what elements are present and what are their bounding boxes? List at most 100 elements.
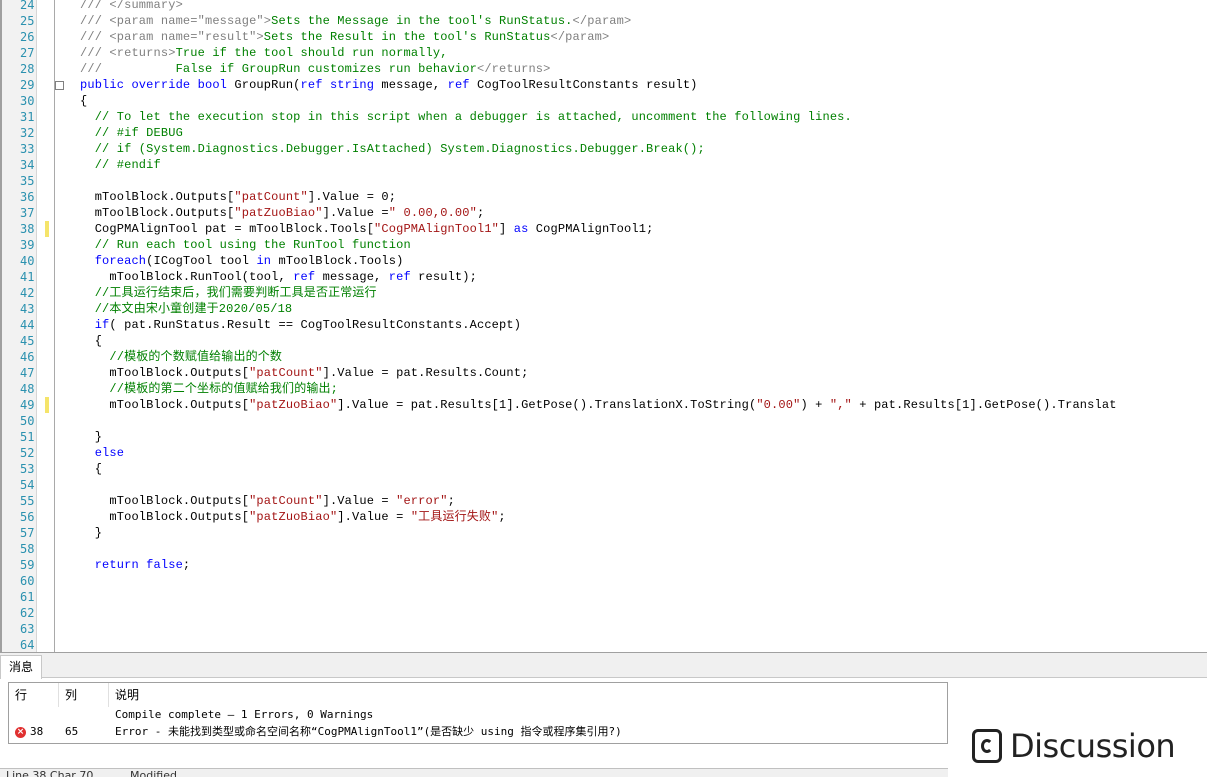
code-token: in [256,254,279,268]
code-line[interactable]: /// <returns>True if the tool should run… [80,45,448,61]
code-line[interactable]: CogPMAlignTool pat = mToolBlock.Tools["C… [80,221,654,237]
line-number: 57 [20,526,35,540]
message-list[interactable]: 行 列 说明 Compile complete — 1 Errors, 0 Wa… [8,682,948,744]
code-token: { [80,462,103,476]
code-line[interactable]: //模板的个数赋值给输出的个数 [80,349,282,365]
code-line[interactable]: { [80,333,102,349]
code-line[interactable]: } [80,525,102,541]
tab-messages[interactable]: 消息 [0,655,43,679]
code-line[interactable]: mToolBlock.Outputs["patZuoBiao"].Value =… [80,205,484,221]
code-line[interactable]: } [80,429,102,445]
code-token: ] [499,222,514,236]
code-line[interactable]: /// </summary> [80,0,183,13]
code-line[interactable]: { [80,461,102,477]
code-line[interactable]: // #if DEBUG [80,125,183,141]
code-line[interactable]: /// <param name="message">Sets the Messa… [80,13,631,29]
column-header-description[interactable]: 说明 [109,683,947,707]
code-line[interactable]: return false; [80,557,190,573]
line-number: 52 [20,446,35,460]
line-number: 31 [20,110,35,124]
code-line[interactable]: /// False if GroupRun customizes run beh… [80,61,551,77]
code-token: ].Value = pat.Results.Count; [322,366,529,380]
line-number: 63 [20,622,35,636]
code-token: ; [447,494,455,508]
code-editor[interactable]: 24 25 26 27 28 29 30 31 32 33 34 35 36 37 38 39 40 41 42 43… [0,0,1207,652]
line-number: 47 [20,366,35,380]
code-line[interactable]: if( pat.RunStatus.Result == CogToolResul… [80,317,521,333]
line-number: 43 [20,302,35,316]
code-token: "error" [396,494,448,508]
code-token: // To let the execution stop in this scr… [80,110,852,124]
code-line[interactable]: // #endif [80,157,161,173]
discussion-logo-icon [972,729,1002,763]
line-number: 49 [20,398,35,412]
line-number: 41 [20,270,35,284]
line-number: 62 [20,606,35,620]
line-number: 37 [20,206,35,220]
code-token: GroupRun( [234,78,301,92]
code-token: ; [498,510,506,524]
code-token: False if GroupRun customizes run behavio… [175,62,477,76]
code-line[interactable]: else [80,445,124,461]
code-token: </returns> [476,62,551,76]
code-token: "patCount" [249,366,323,380]
line-number: 36 [20,190,35,204]
line-number: 24 [20,0,35,12]
code-line[interactable]: foreach(ICogTool tool in mToolBlock.Tool… [80,253,404,269]
column-header-line[interactable]: 行 [9,683,59,707]
code-token: ref string [300,78,382,92]
code-token: ref [293,270,323,284]
line-number: 34 [20,158,35,172]
code-line[interactable]: mToolBlock.Outputs["patCount"].Value = p… [80,365,528,381]
line-number: 61 [20,590,35,604]
code-token: CogPMAlignTool pat = mToolBlock.Tools[ [80,222,375,236]
code-token: /// <param name="result"> [80,30,264,44]
code-token: ].Value = 0; [307,190,397,204]
error-description: Error - 未能找到类型或命名空间名称“CogPMAlignTool1”(是… [115,725,622,738]
line-number: 35 [20,174,35,188]
line-number: 38 [20,222,35,236]
watermark-text: Discussion [1010,727,1176,765]
code-token: // Run each tool using the RunTool funct… [80,238,411,252]
code-token: //模板的第二个坐标的值赋给我们的输出; [80,382,339,396]
code-line[interactable]: // To let the execution stop in this scr… [80,109,852,125]
code-line[interactable]: mToolBlock.Outputs["patZuoBiao"].Value =… [80,509,506,525]
line-number: 29 [20,78,35,92]
code-token: ) + [800,398,830,412]
line-number: 27 [20,46,35,60]
code-line[interactable]: { [80,93,87,109]
line-number: 32 [20,126,35,140]
code-line[interactable]: //工具运行结束后，我们需要判断工具是否正常运行 [80,285,377,301]
code-token: result); [418,270,477,284]
code-line[interactable]: mToolBlock.RunTool(tool, ref message, re… [80,269,477,285]
code-line[interactable]: //模板的第二个坐标的值赋给我们的输出; [80,381,338,397]
code-line[interactable]: mToolBlock.Outputs["patCount"].Value = 0… [80,189,396,205]
column-header-col[interactable]: 列 [59,683,109,707]
line-number: 44 [20,318,35,332]
code-line[interactable]: //本文由宋小童创建于2020/05/18 [80,301,292,317]
compile-summary: Compile complete — 1 Errors, 0 Warnings [115,708,374,721]
code-line[interactable]: mToolBlock.Outputs["patZuoBiao"].Value =… [80,397,1117,413]
code-line[interactable]: // Run each tool using the RunTool funct… [80,237,411,253]
line-number: 33 [20,142,35,156]
code-area[interactable]: /// </summary>/// <param name="message">… [56,0,1207,652]
status-position: Line 38 Char 70 [6,769,94,777]
code-token: foreach [80,254,147,268]
discussion-watermark: Discussion [972,724,1176,768]
code-token: CogToolResultConstants result) [477,78,698,92]
code-token: /// <returns> [80,46,176,60]
line-number: 25 [20,14,35,28]
change-marker [45,397,49,413]
code-token: ].Value = pat.Results[1].GetPose().Trans… [337,398,757,412]
code-line[interactable]: /// <param name="result">Sets the Result… [80,29,609,45]
code-line[interactable]: // if (System.Diagnostics.Debugger.IsAtt… [80,141,705,157]
code-line[interactable]: mToolBlock.Outputs["patCount"].Value = "… [80,493,455,509]
change-marker-gutter [37,0,64,652]
code-token: Sets the Result in the tool's RunStatus [263,30,551,44]
code-token: // if (System.Diagnostics.Debugger.IsAtt… [80,142,705,156]
code-line[interactable]: public override bool GroupRun(ref string… [80,77,698,93]
code-token: "patCount" [249,494,323,508]
code-token: { [80,334,103,348]
status-state: Modified [130,769,177,777]
code-token: //模板的个数赋值给输出的个数 [80,350,283,364]
